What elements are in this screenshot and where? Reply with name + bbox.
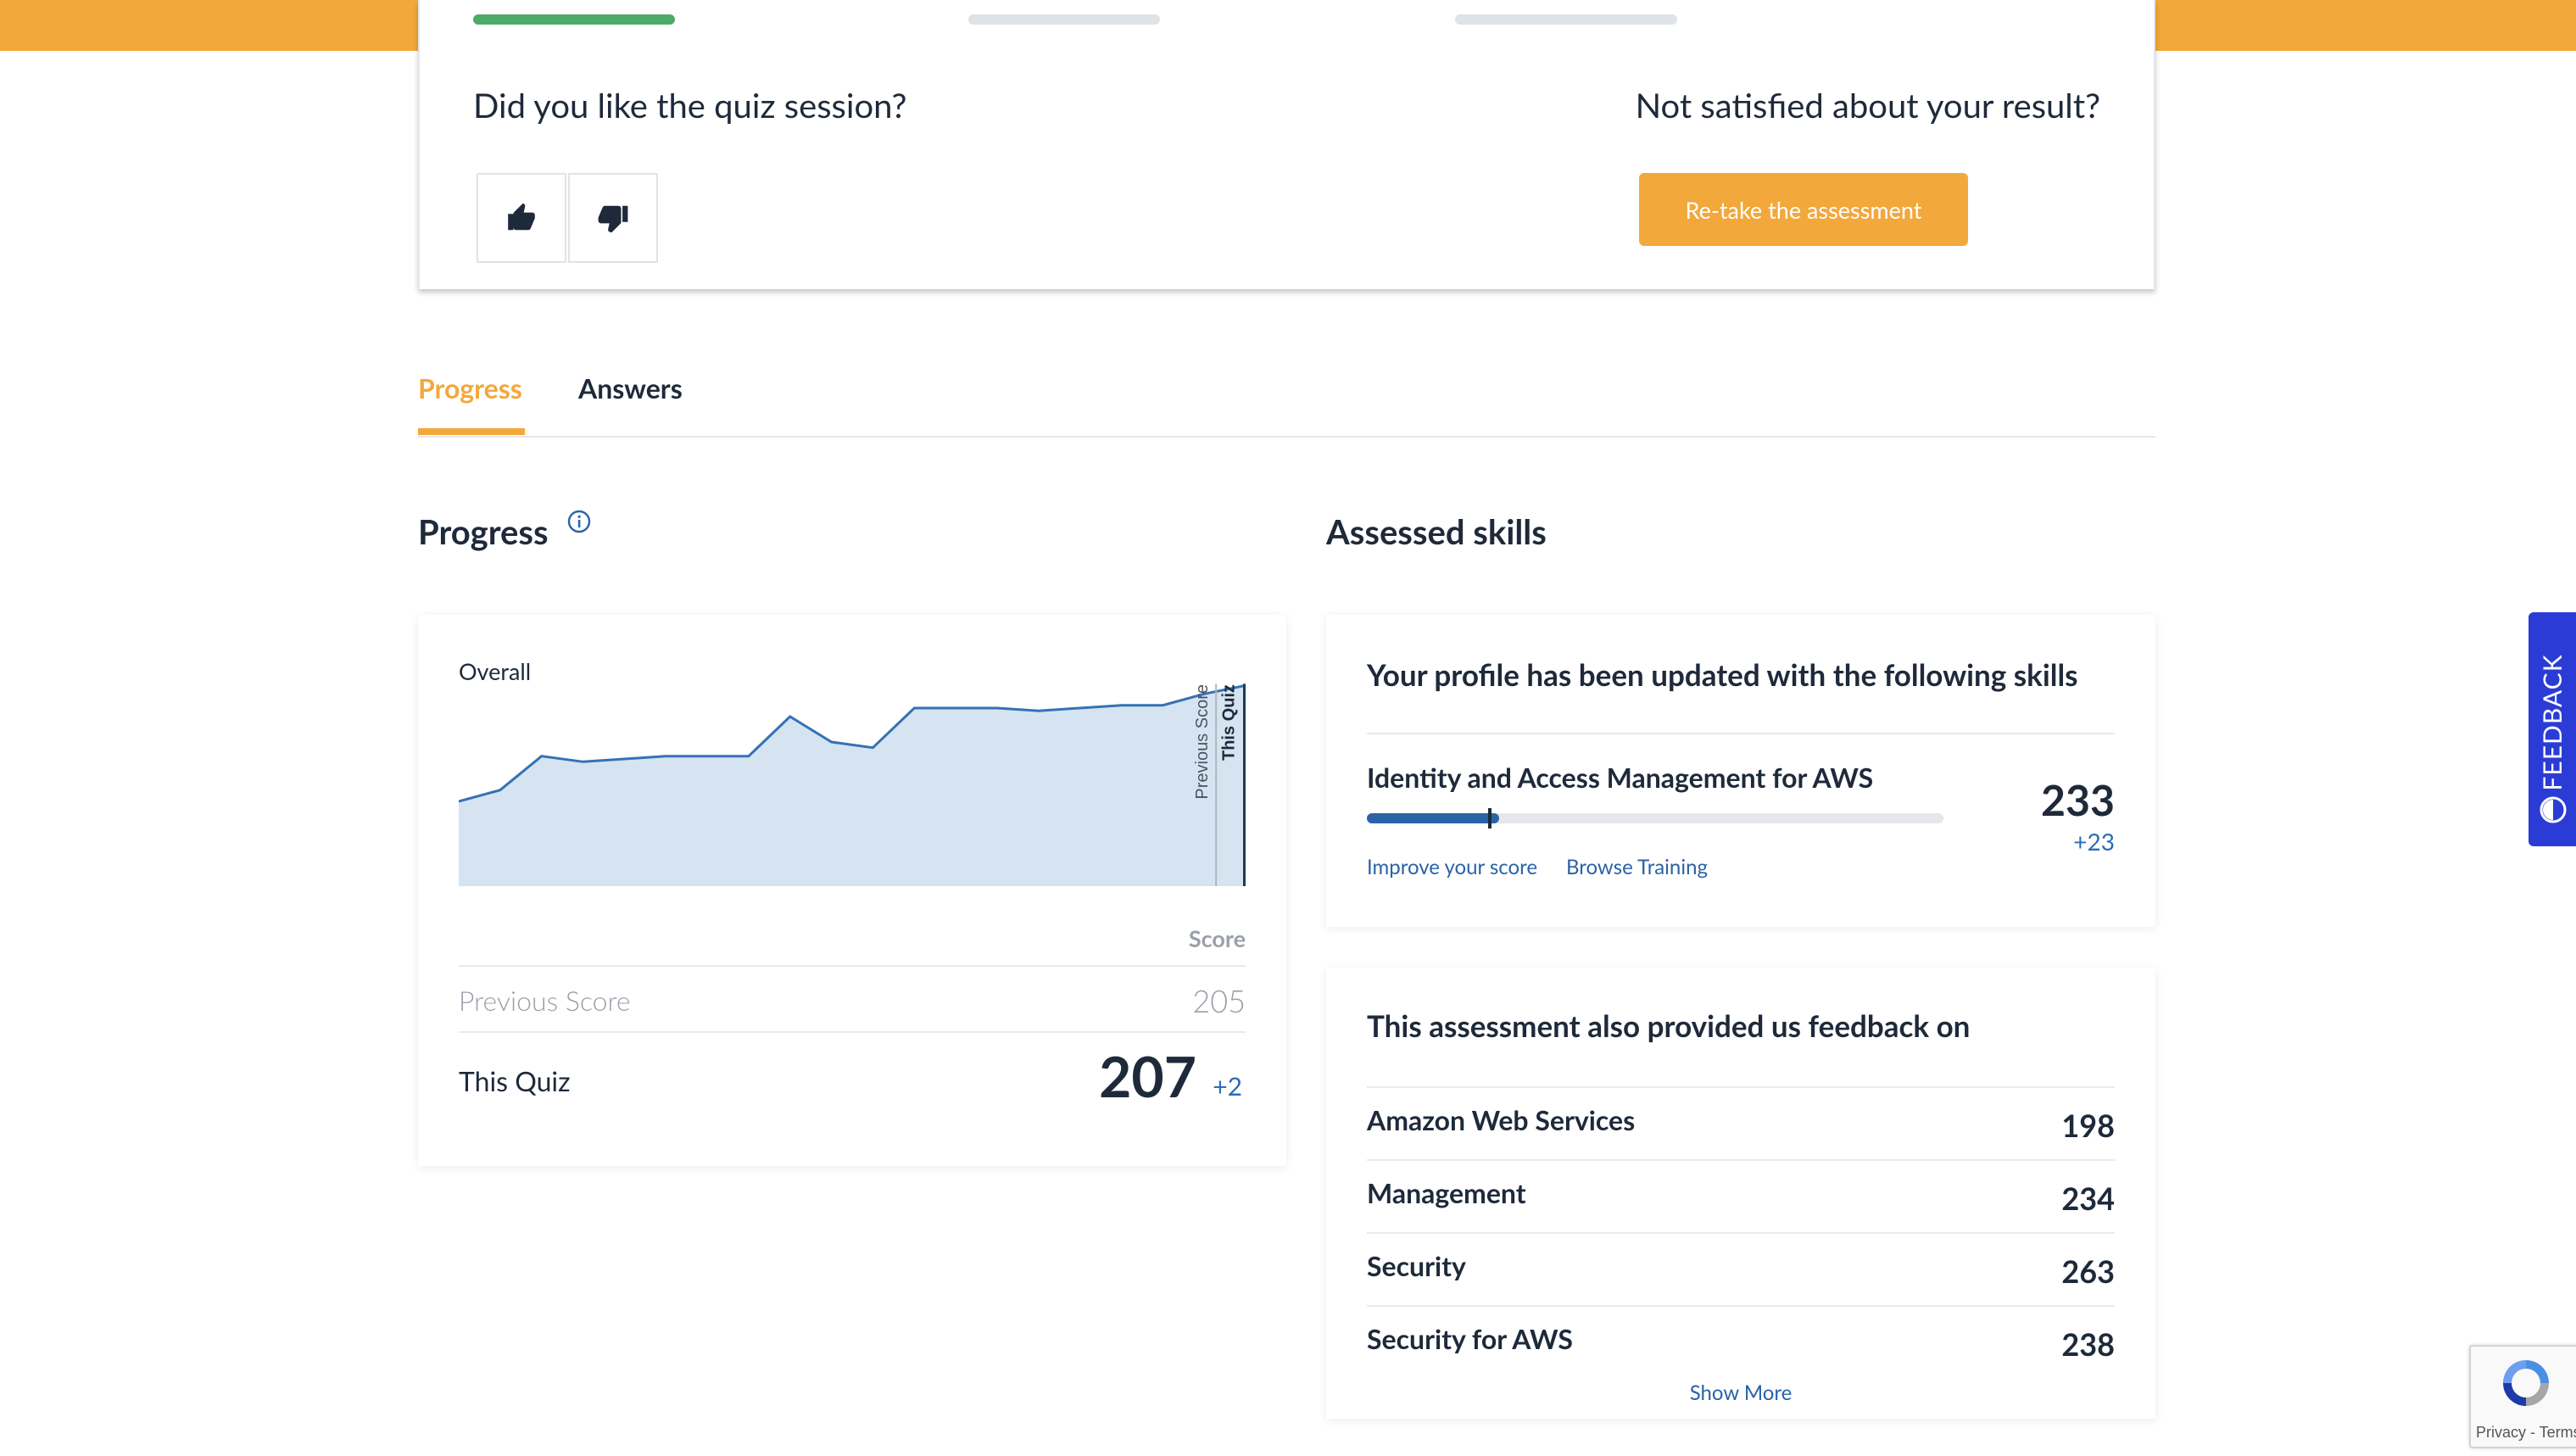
updated-skills-card: Your profile has been updated with the f…	[1326, 615, 2155, 927]
feedback-skill-name: Security for AWS	[1367, 1322, 1573, 1355]
recaptcha-icon	[2503, 1360, 2549, 1406]
previous-score-value: 205	[1192, 982, 1246, 1019]
this-quiz-score: 207	[1099, 1043, 1196, 1110]
skill-previous-marker	[1487, 808, 1492, 828]
feedback-row: Management 234	[1367, 1159, 2115, 1232]
thumbs-up-button[interactable]	[477, 173, 566, 263]
feedback-heading: This assessment also provided us feedbac…	[1367, 1008, 1971, 1044]
progress-card: Overall Previous Score This Quiz Score Pr…	[418, 615, 1286, 1166]
like-question: Did you like the quiz session?	[473, 85, 907, 126]
feedback-row: Amazon Web Services 198	[1367, 1086, 2115, 1159]
browse-training-link[interactable]: Browse Training	[1566, 855, 1708, 879]
not-satisfied-question: Not satisfied about your result?	[1635, 85, 2100, 126]
skill-score-delta: +23	[2073, 827, 2115, 856]
profile-updated-heading: Your profile has been updated with the f…	[1367, 657, 2078, 693]
this-quiz-delta: +2	[1213, 1071, 1242, 1102]
step-indicator-2	[968, 14, 1160, 25]
result-tabs: Progress Answers	[418, 356, 2155, 438]
skill-progress-bar	[1367, 808, 1943, 828]
feedback-skill-score: 263	[2061, 1252, 2115, 1290]
feedback-circle-icon	[2540, 796, 2567, 823]
recaptcha-badge[interactable]: Privacy - Terms	[2469, 1345, 2576, 1448]
skill-progress-fill	[1367, 813, 1500, 823]
info-icon[interactable]	[566, 509, 592, 534]
improve-score-link[interactable]: Improve your score	[1367, 855, 1537, 879]
divider	[459, 965, 1246, 967]
feedback-skill-name: Security	[1367, 1249, 1466, 1282]
chart-title: Overall	[459, 657, 532, 685]
feedback-skill-score: 238	[2061, 1325, 2115, 1363]
tab-progress[interactable]: Progress	[418, 371, 522, 404]
tab-answers[interactable]: Answers	[578, 371, 683, 404]
this-quiz-label: This Quiz	[459, 1064, 571, 1097]
score-column-header: Score	[1188, 924, 1246, 952]
divider	[1367, 733, 2115, 734]
quiz-feedback-card: Did you like the quiz session? Not satis…	[418, 0, 2155, 289]
overall-progress-chart: Previous Score This Quiz	[459, 683, 1246, 886]
previous-score-label: Previous Score	[459, 984, 631, 1017]
assessed-skills-title: Assessed skills	[1326, 511, 1547, 552]
this-quiz-marker-label: This Quiz	[1220, 684, 1239, 761]
additional-feedback-card: This assessment also provided us feedbac…	[1326, 968, 2155, 1419]
show-more-link[interactable]: Show More	[1326, 1381, 2155, 1405]
feedback-tab-label: FEEDBACK	[2537, 654, 2568, 791]
active-tab-indicator	[418, 428, 525, 435]
retake-assessment-button[interactable]: Re-take the assessment	[1639, 173, 1968, 246]
step-indicator-3	[1455, 14, 1677, 25]
recaptcha-links[interactable]: Privacy - Terms	[2476, 1424, 2576, 1442]
divider	[459, 1031, 1246, 1033]
progress-title: Progress	[418, 511, 549, 552]
thumbs-down-button[interactable]	[568, 173, 658, 263]
step-indicator-1	[473, 14, 675, 25]
feedback-skill-score: 198	[2061, 1107, 2115, 1144]
feedback-side-tab[interactable]: FEEDBACK	[2529, 612, 2576, 846]
feedback-row: Security for AWS 238	[1367, 1305, 2115, 1378]
chart-area-fill	[459, 685, 1246, 886]
feedback-skill-score: 234	[2061, 1180, 2115, 1217]
thumbs-down-icon	[598, 205, 628, 233]
skill-name: Identity and Access Management for AWS	[1367, 761, 1874, 794]
thumbs-up-icon	[508, 203, 535, 231]
feedback-skill-name: Amazon Web Services	[1367, 1103, 1636, 1136]
previous-score-marker-label: Previous Score	[1193, 684, 1212, 800]
feedback-skill-name: Management	[1367, 1176, 1526, 1209]
skill-score: 233	[2040, 774, 2115, 825]
feedback-row: Security 263	[1367, 1232, 2115, 1305]
